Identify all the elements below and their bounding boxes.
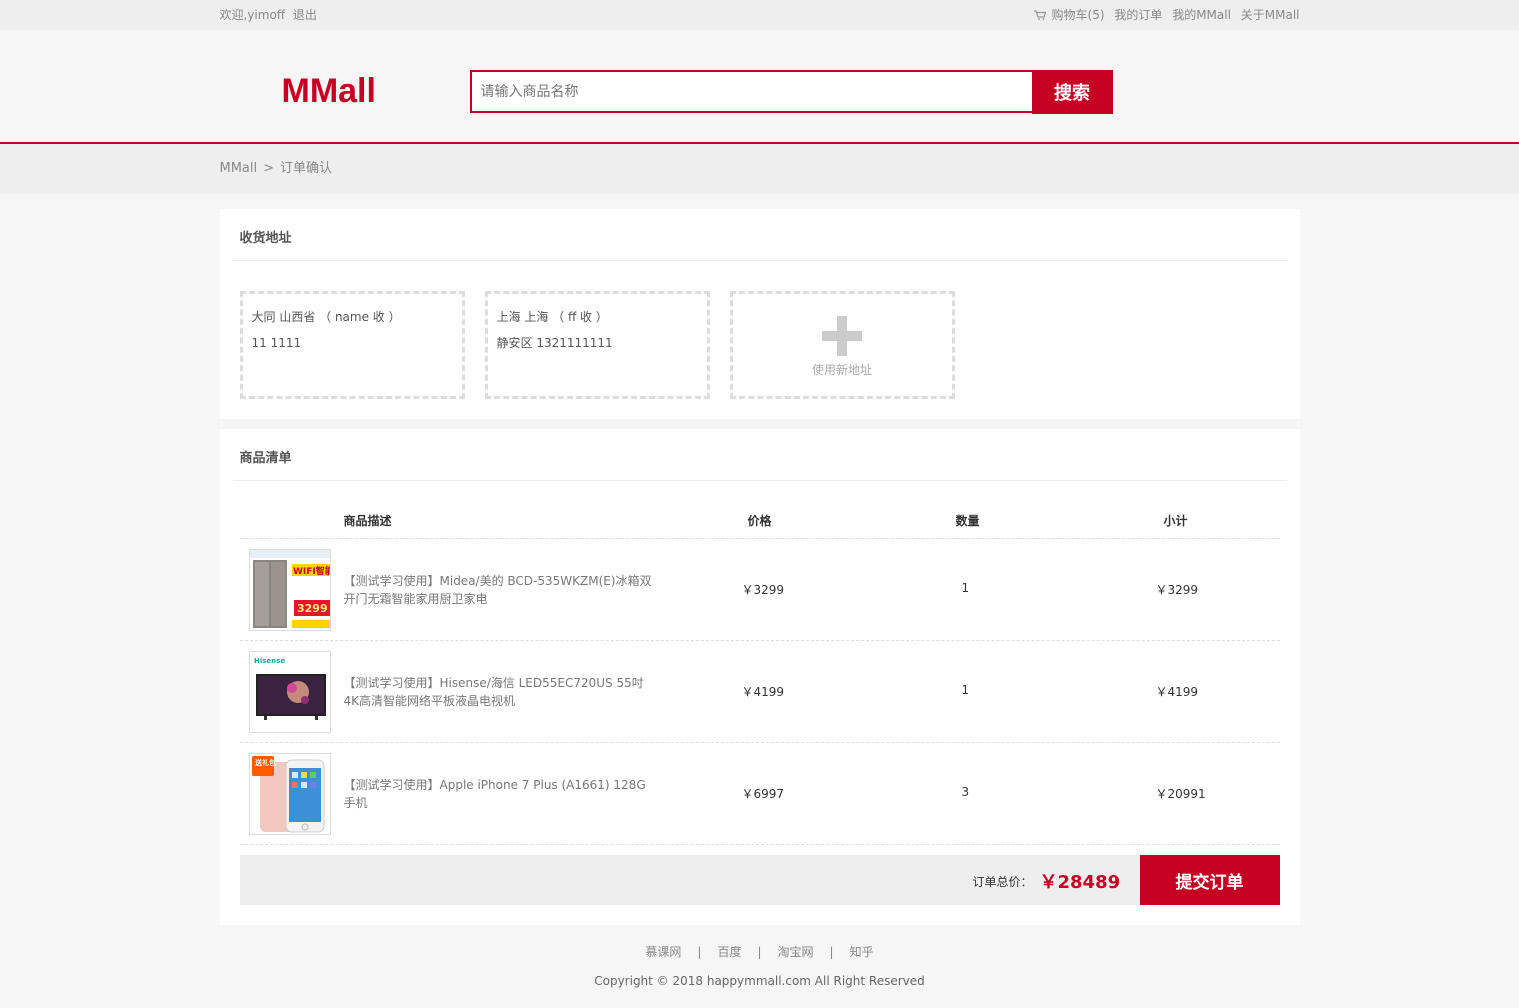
order-summary: 订单总价： ￥28489 提交订单	[239, 855, 1280, 905]
phone-image[interactable]: 送礼包	[248, 753, 331, 835]
product-list-title: 商品清单	[232, 429, 1287, 481]
footer-separator: |	[757, 945, 762, 959]
my-orders-link[interactable]: 我的订单	[1114, 8, 1162, 22]
footer-link-baidu[interactable]: 百度	[717, 945, 741, 959]
fridge-badge-text: WIFI智能	[293, 565, 331, 577]
address-card[interactable]: 大同 山西省 （ name 收 ） 11 1111	[239, 291, 465, 399]
column-header-price: 价格	[747, 514, 772, 528]
product-quantity: 3	[961, 785, 970, 799]
new-address-button[interactable]: 使用新地址	[729, 291, 955, 399]
tv-brand-text: Hisense	[254, 657, 285, 665]
footer-link-zhihu[interactable]: 知乎	[850, 945, 874, 959]
breadcrumb-current: 订单确认	[280, 161, 333, 176]
footer-link-imooc[interactable]: 慕课网	[645, 945, 681, 959]
table-row: 送礼包 【测试学习使用】Apple iPhone 7 Plus (A1661) …	[239, 743, 1280, 845]
breadcrumb-home[interactable]: MMall	[220, 161, 258, 176]
table-row: WIFI智能 3299 【测试学习使用】Midea/美的 BCD-535WKZM…	[239, 539, 1280, 641]
order-total-value: ￥28489	[1039, 872, 1121, 893]
logout-link[interactable]: 退出	[293, 8, 317, 22]
cart-label: 购物车(5)	[1051, 8, 1105, 22]
breadcrumb-separator: >	[263, 161, 275, 176]
product-description[interactable]: 【测试学习使用】Hisense/海信 LED55EC720US 55吋4K高清智…	[344, 641, 654, 743]
tv-image[interactable]: Hisense	[248, 651, 331, 733]
product-description[interactable]: 【测试学习使用】Midea/美的 BCD-535WKZM(E)冰箱双开门无霜智能…	[344, 539, 654, 641]
search-input[interactable]	[469, 70, 1032, 113]
address-line2: 静安区 1321111111	[496, 336, 613, 350]
table-row: Hisense 【测试学习使用】Hisense/海信 LED55EC720US …	[239, 641, 1280, 743]
address-line1: 上海 上海 （ ff 收 ）	[496, 310, 608, 324]
fridge-image[interactable]: WIFI智能 3299	[248, 549, 331, 631]
my-mmall-link[interactable]: 我的MMall	[1172, 8, 1231, 22]
header: MMall 搜索	[0, 30, 1519, 144]
address-title: 收货地址	[232, 209, 1287, 261]
product-subtotal: ￥4199	[1155, 685, 1199, 699]
footer-link-taobao[interactable]: 淘宝网	[778, 945, 814, 959]
column-header-qty: 数量	[955, 514, 980, 528]
cart-icon	[1033, 10, 1046, 20]
footer-separator: |	[829, 945, 834, 959]
address-line2: 11 1111	[251, 336, 302, 350]
address-line1: 大同 山西省 （ name 收 ）	[251, 310, 401, 324]
address-panel: 收货地址 大同 山西省 （ name 收 ） 11 1111 上海 上海 （ f…	[219, 209, 1300, 419]
address-card[interactable]: 上海 上海 （ ff 收 ） 静安区 1321111111	[484, 291, 710, 399]
submit-order-button[interactable]: 提交订单	[1139, 855, 1280, 905]
product-panel: 商品清单 商品描述 价格 数量 小计 WIFI智能 3299 【测试学习使用】M…	[219, 429, 1300, 925]
top-bar: 欢迎,yimoff 退出 购物车(5) 我的订单 我的MMall 关于MMall	[0, 0, 1519, 30]
about-link[interactable]: 关于MMall	[1241, 8, 1300, 22]
table-header: 商品描述 价格 数量 小计	[239, 481, 1280, 539]
logo[interactable]: MMall	[282, 72, 376, 111]
fridge-price-text: 3299	[297, 602, 328, 615]
cart-link[interactable]: 购物车(5)	[1028, 8, 1105, 22]
product-subtotal: ￥3299	[1155, 583, 1199, 597]
order-total-label: 订单总价：	[972, 875, 1033, 889]
phone-badge-text: 送礼包	[254, 758, 276, 767]
product-price: ￥3299	[741, 583, 785, 597]
product-subtotal: ￥20991	[1155, 787, 1206, 801]
product-price: ￥6997	[741, 787, 785, 801]
footer: 慕课网 | 百度 | 淘宝网 | 知乎 Copyright © 2018 happymmal…	[0, 925, 1519, 988]
column-header-desc: 商品描述	[343, 514, 392, 528]
product-description[interactable]: 【测试学习使用】Apple iPhone 7 Plus (A1661) 128G…	[344, 743, 654, 845]
welcome-text: 欢迎,yimoff	[219, 8, 286, 22]
column-header-subtotal: 小计	[1163, 514, 1188, 528]
search-box: 搜索	[469, 70, 1113, 114]
plus-icon	[822, 316, 862, 356]
product-quantity: 1	[961, 581, 970, 595]
product-price: ￥4199	[741, 685, 785, 699]
search-button[interactable]: 搜索	[1031, 70, 1113, 114]
breadcrumb: MMall > 订单确认	[0, 144, 1519, 194]
footer-separator: |	[697, 945, 702, 959]
copyright: Copyright © 2018 happymmall.com All Righ…	[594, 974, 925, 988]
new-address-label: 使用新地址	[811, 363, 872, 377]
product-quantity: 1	[961, 683, 970, 697]
